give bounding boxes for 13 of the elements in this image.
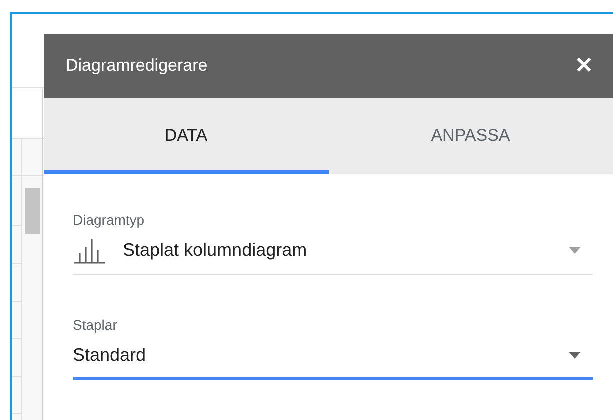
close-button[interactable]: ✕: [575, 54, 593, 77]
panel-title: Diagramredigerare: [66, 55, 208, 78]
dropdown-field[interactable]: Standard: [73, 342, 593, 380]
field-value: Staplat kolumndiagram: [123, 239, 308, 262]
tab[interactable]: DATA: [44, 98, 328, 174]
caret-icon: [569, 352, 581, 359]
field-label: Diagramtyp: [73, 211, 146, 230]
dropdown-field[interactable]: Staplat kolumndiagram: [73, 237, 593, 275]
caret-icon: [569, 247, 581, 254]
tab[interactable]: ANPASSA: [328, 98, 613, 174]
bar-chart-icon: [73, 238, 105, 264]
field-label: Staplar: [73, 316, 118, 335]
field-value: Standard: [73, 344, 146, 367]
